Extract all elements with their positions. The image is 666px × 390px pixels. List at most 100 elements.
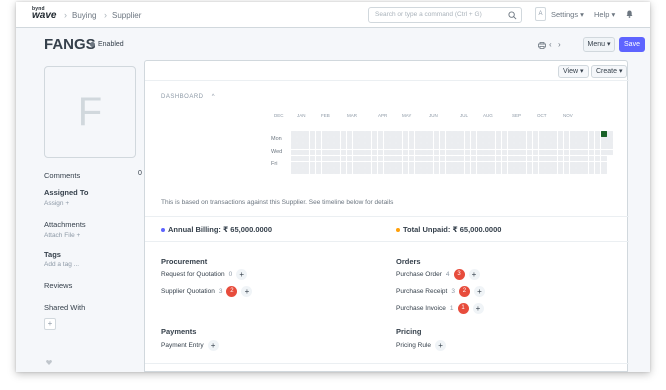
heatmap-cell <box>446 149 452 156</box>
heatmap-cell <box>582 143 588 149</box>
heatmap-cell <box>408 149 415 156</box>
heatmap-cell <box>315 137 322 143</box>
add-purchase-invoice-button[interactable]: + <box>472 303 484 314</box>
heatmap-cell <box>377 149 384 156</box>
heatmap-cell <box>402 162 409 168</box>
add-pricing-rule-button[interactable]: + <box>435 340 447 351</box>
heatmap-cell <box>557 131 564 137</box>
print-icon[interactable] <box>538 42 546 49</box>
heatmap-cell <box>495 131 502 137</box>
heatmap-cell <box>309 143 316 149</box>
breadcrumb-supplier[interactable]: › Supplier <box>104 10 141 20</box>
heatmap-cell <box>359 137 365 143</box>
link-purchase-receipt[interactable]: Purchase Receipt 3 2 + <box>396 286 485 297</box>
search-icon[interactable] <box>508 11 517 20</box>
heatmap-cell <box>532 137 539 143</box>
settings-dropdown[interactable]: Settings ▾ <box>551 10 584 19</box>
link-supplier-quotation[interactable]: Supplier Quotation 3 2 + <box>161 286 253 297</box>
add-request-for-quotation-button[interactable]: + <box>236 269 248 280</box>
search-input[interactable]: Search or type a command (Ctrl + G) <box>368 7 522 23</box>
heatmap-cell <box>557 143 564 149</box>
heatmap-cell <box>396 162 402 168</box>
heatmap-cell <box>346 168 353 174</box>
heatmap-cell <box>390 149 396 156</box>
add-purchase-receipt-button[interactable]: + <box>473 286 485 297</box>
logo-text-bottom: wave <box>32 10 57 21</box>
heatmap-cell <box>421 162 427 168</box>
prev-record-icon[interactable]: ‹ <box>549 40 552 49</box>
heatmap-month-label: FEB <box>321 113 330 118</box>
assign-link[interactable]: Assign + <box>44 200 69 207</box>
link-payment-entry[interactable]: Payment Entry + <box>161 340 219 351</box>
add-payment-entry-button[interactable]: + <box>207 340 219 351</box>
heatmap-cell <box>421 137 427 143</box>
link-label: Purchase Receipt <box>396 288 448 295</box>
heatmap-cell <box>458 131 464 137</box>
bell-icon[interactable] <box>626 10 633 18</box>
add-tag-link[interactable]: Add a tag ... <box>44 261 79 268</box>
heatmap-cell <box>322 131 328 137</box>
heatmap-cell <box>427 149 433 156</box>
attach-file-link[interactable]: Attach File + <box>44 232 80 239</box>
heatmap-cell <box>340 155 347 162</box>
heatmap-cell <box>433 131 440 137</box>
heatmap-cell <box>570 143 576 149</box>
next-record-icon[interactable]: › <box>558 40 561 49</box>
heatmap-cell <box>458 137 464 143</box>
supplier-image-placeholder[interactable]: F <box>44 66 136 158</box>
dashboard-section-toggle[interactable]: DASHBOARD ^ <box>161 94 215 100</box>
link-purchase-order[interactable]: Purchase Order 4 3 + <box>396 269 480 280</box>
heatmap-cell <box>594 131 601 137</box>
heatmap-cell <box>408 162 415 168</box>
add-purchase-order-button[interactable]: + <box>468 269 480 280</box>
heatmap-cell <box>291 143 297 149</box>
heatmap-cell <box>384 155 390 162</box>
heatmap-cell <box>390 137 396 143</box>
save-button[interactable]: Save <box>619 37 645 52</box>
heatmap-cell <box>396 149 402 156</box>
breadcrumb-buying[interactable]: › Buying <box>64 10 96 20</box>
heatmap-cell <box>532 131 539 137</box>
share-add-button[interactable]: + <box>44 318 56 330</box>
heatmap-cell <box>477 168 483 174</box>
navbar: bynd wave › Buying › Supplier Search or … <box>16 2 650 28</box>
link-label: Purchase Invoice <box>396 305 446 312</box>
heatmap-cell <box>390 131 396 137</box>
heatmap-cell <box>415 131 421 137</box>
heatmap-day-label: Mon <box>271 136 282 143</box>
heatmap-cell <box>377 155 384 162</box>
heatmap-cell <box>439 168 446 174</box>
avatar[interactable]: A <box>535 7 546 21</box>
breadcrumb-label: Buying <box>72 10 97 20</box>
heatmap-cell <box>576 143 582 149</box>
heatmap-cell <box>508 162 514 168</box>
create-dropdown[interactable]: Create ▾ <box>591 65 628 78</box>
heatmap-cell <box>539 137 545 143</box>
heatmap-cell <box>483 137 489 143</box>
heatmap-month-label: NOV <box>563 113 573 118</box>
heatmap-cell <box>557 162 564 168</box>
app-logo[interactable]: bynd wave <box>32 7 60 23</box>
link-request-for-quotation[interactable]: Request for Quotation 0 + <box>161 269 248 280</box>
page-head: FANGS Enabled ‹ › Menu ▾ Save <box>16 28 650 60</box>
heatmap-cell <box>501 149 508 156</box>
add-supplier-quotation-button[interactable]: + <box>241 286 253 297</box>
breadcrumb-label: Supplier <box>112 10 142 20</box>
heatmap-cell <box>377 162 384 168</box>
link-pricing-rule[interactable]: Pricing Rule + <box>396 340 447 351</box>
heatmap-cell <box>483 162 489 168</box>
link-purchase-invoice[interactable]: Purchase Invoice 1 1 + <box>396 303 484 314</box>
heatmap-cell <box>458 143 464 149</box>
heatmap-cell <box>563 162 570 168</box>
help-dropdown[interactable]: Help ▾ <box>594 10 615 19</box>
heart-icon[interactable] <box>46 360 52 365</box>
heatmap-cell <box>402 149 409 156</box>
heatmap-cell <box>377 143 384 149</box>
heatmap-cell <box>408 168 415 174</box>
heatmap-cell <box>353 131 359 137</box>
orders-title: Orders <box>396 257 421 266</box>
menu-button[interactable]: Menu ▾ <box>583 37 615 52</box>
heatmap-cell <box>446 168 452 174</box>
view-dropdown[interactable]: View ▾ <box>558 65 589 78</box>
heatmap-cell <box>402 155 409 162</box>
